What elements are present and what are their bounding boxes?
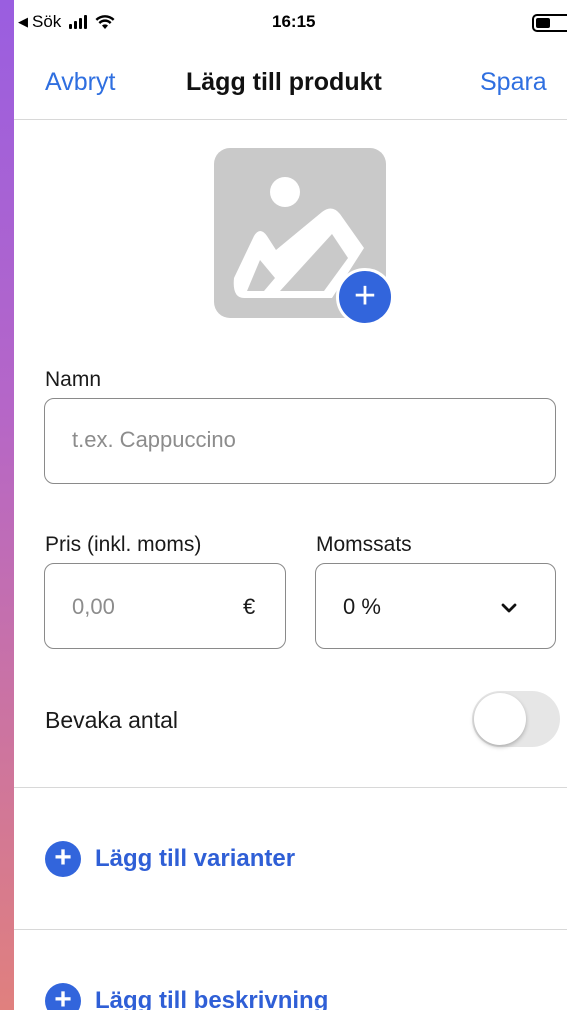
add-description-label: Lägg till beskrivning — [95, 987, 329, 1010]
wifi-icon — [95, 14, 115, 29]
add-variants-button[interactable]: + Lägg till varianter — [45, 841, 295, 877]
track-quantity-toggle[interactable] — [472, 691, 560, 747]
chevron-down-icon — [501, 603, 517, 613]
navigation-bar: Avbryt Lägg till produkt Spara — [14, 48, 567, 116]
vat-rate-value: 0 % — [343, 594, 381, 619]
add-variants-label: Lägg till varianter — [95, 845, 296, 872]
signal-icon — [69, 15, 88, 29]
track-quantity-label: Bevaka antal — [45, 707, 178, 733]
add-description-button[interactable]: + Lägg till beskrivning — [45, 983, 328, 1010]
vat-rate-select[interactable]: 0 % — [315, 563, 556, 649]
section-divider — [14, 929, 567, 930]
page-title: Lägg till produkt — [186, 68, 382, 96]
name-label: Namn — [45, 368, 102, 391]
toggle-knob — [474, 693, 526, 745]
currency-symbol: € — [243, 594, 256, 619]
status-back-to-search[interactable]: ◀ Sök — [18, 12, 115, 32]
plus-icon: + — [353, 275, 377, 317]
name-placeholder: t.ex. Cappuccino — [72, 427, 236, 452]
nav-divider — [14, 119, 567, 120]
app-screen: ◀ Sök 16:15 Avbryt Lägg till produkt Spa… — [14, 0, 567, 1010]
status-time: 16:15 — [272, 12, 316, 31]
plus-circle-icon: + — [45, 983, 81, 1010]
back-triangle-icon: ◀ — [18, 14, 28, 29]
add-image-button[interactable]: + — [336, 268, 394, 326]
price-placeholder: 0,00 — [72, 594, 115, 619]
status-bar: ◀ Sök 16:15 — [14, 0, 567, 44]
price-field[interactable]: 0,00 € — [44, 563, 286, 649]
section-divider — [14, 787, 567, 788]
cancel-button[interactable]: Avbryt — [45, 68, 115, 97]
status-back-label: Sök — [32, 12, 62, 31]
name-field[interactable]: t.ex. Cappuccino — [44, 398, 556, 484]
plus-circle-icon: + — [45, 841, 81, 877]
battery-icon — [532, 14, 567, 32]
save-button[interactable]: Spara — [480, 68, 547, 97]
vat-label: Momssats — [316, 533, 412, 556]
price-label: Pris (inkl. moms) — [45, 533, 202, 556]
